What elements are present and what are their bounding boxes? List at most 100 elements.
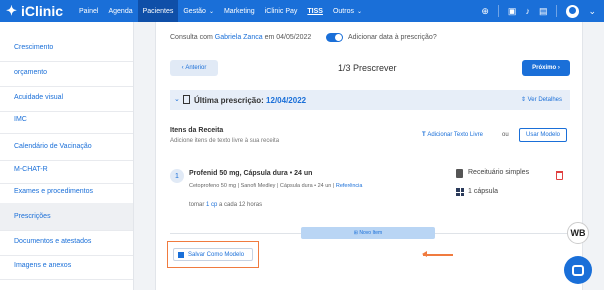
new-item-button[interactable]: ⊞ Novo Item	[301, 227, 435, 239]
sidebar-item-label: IMC	[14, 116, 27, 123]
wb-badge[interactable]: WB	[567, 222, 589, 244]
nav-label: TISS	[307, 7, 323, 15]
new-item-label: Novo Item	[359, 230, 383, 236]
chevron-down-icon: ⌄	[208, 8, 214, 15]
nav-item-marketing[interactable]: Marketing	[219, 0, 260, 22]
annotation-arrow	[422, 251, 453, 257]
nav-label: Painel	[79, 7, 99, 15]
nav-item-painel[interactable]: Painel	[74, 0, 103, 22]
medication-name: Profenid 50 mg, Cápsula dura • 24 un	[189, 170, 313, 177]
divider	[556, 5, 558, 17]
dose-prefix: tomar	[189, 202, 205, 208]
step-title: 1/3 Prescrever	[338, 63, 397, 73]
chevron-down-icon: ⌄	[356, 8, 362, 15]
last-prescription-text: Última prescrição:	[194, 96, 264, 105]
sidebar-item-label: Imagens e anexos	[14, 262, 72, 269]
last-prescription-date: 12/04/2022	[266, 96, 307, 105]
nav-label: Marketing	[223, 7, 255, 15]
add-free-text-label: Adicionar Texto Livre	[427, 132, 483, 138]
main-nav: Painel Agenda Pacientes Gestão ⌄ Marketin…	[74, 0, 367, 22]
nav-item-pacientes[interactable]: Pacientes	[137, 0, 179, 22]
see-details-link[interactable]: ⇕ Ver Detalhes	[521, 96, 562, 103]
sidebar: Crescimento orçamento Acuidade visual IM…	[0, 22, 134, 290]
nav-item-gestao[interactable]: Gestão ⌄	[178, 0, 219, 22]
top-icons: ⊕ ▣ ♪ ▤ ⌄	[481, 0, 596, 22]
chevron-right-icon: ›	[556, 65, 560, 71]
medication-detail-text: Cetoprofeno 50 mg | Sanofi Medley | Cáps…	[189, 183, 336, 189]
chat-support-button[interactable]	[564, 256, 592, 284]
consult-info: Consulta com Gabriela Zanca em 04/05/202…	[170, 34, 311, 41]
consult-on: em	[264, 34, 275, 41]
top-navbar: ✦ iClinic Painel Agenda Pacientes Gestão…	[0, 0, 604, 22]
sidebar-item-crescimento[interactable]: Crescimento	[0, 34, 133, 62]
dosage: tomar 1 cp a cada 12 horas	[189, 202, 262, 208]
use-model-button[interactable]: Usar Modelo	[519, 128, 567, 142]
nav-item-tiss[interactable]: TISS	[302, 0, 328, 22]
app-logo[interactable]: ✦ iClinic	[6, 3, 63, 19]
prescription-quantity: 1 cápsula	[468, 188, 498, 195]
dose-quantity: 1 cp	[206, 202, 218, 208]
divider	[497, 5, 499, 17]
nav-item-iclinic-pay[interactable]: iClinic Pay	[260, 0, 303, 22]
chevron-down-icon[interactable]: ⌄	[588, 6, 596, 16]
add-free-text-button[interactable]: T Adicionar Texto Livre	[422, 132, 483, 138]
sidebar-item-label: Exames e procedimentos	[14, 188, 93, 195]
app-name: iClinic	[21, 3, 64, 19]
nav-label: Gestão	[183, 7, 206, 15]
add-date-toggle[interactable]	[326, 33, 343, 42]
items-subtitle: Adicione itens de texto livre à sua rece…	[170, 138, 280, 144]
sidebar-item-label: Prescrições	[14, 213, 51, 220]
sidebar-item-label: Acuidade visual	[14, 94, 64, 101]
save-as-model-label: Salvar Como Modelo	[188, 251, 245, 258]
gift-icon[interactable]: ▣	[508, 6, 517, 16]
items-title: Itens da Receita	[170, 127, 224, 134]
nav-label: Outros	[332, 7, 354, 15]
item-number: 1	[170, 169, 184, 183]
hexagon-logo-icon: ✦	[6, 3, 17, 18]
see-details-label: Ver Detalhes	[527, 97, 562, 103]
bell-icon[interactable]: ♪	[525, 6, 530, 16]
nav-item-outros[interactable]: Outros ⌄	[328, 0, 367, 22]
sidebar-item-label: M-CHAT-R	[14, 166, 48, 173]
grid-quantity-icon	[456, 188, 464, 196]
add-date-toggle-label: Adicionar data à prescrição?	[348, 34, 437, 41]
plus-circle-icon[interactable]: ⊕	[481, 6, 489, 16]
medication-detail: Cetoprofeno 50 mg | Sanofi Medley | Cáps…	[189, 183, 362, 189]
sidebar-item-imagens[interactable]: Imagens e anexos	[0, 252, 133, 280]
sidebar-item-exames[interactable]: Exames e procedimentos	[0, 178, 133, 206]
reference-link[interactable]: Referência	[336, 183, 363, 189]
consult-date: 04/05/2022	[276, 34, 312, 41]
trash-icon[interactable]	[556, 171, 563, 180]
last-prescription-label: Última prescrição: 12/04/2022	[194, 96, 306, 105]
document-icon	[183, 95, 190, 104]
nav-item-agenda[interactable]: Agenda	[103, 0, 137, 22]
highlight-box: Salvar Como Modelo	[167, 241, 259, 268]
sidebar-item-label: orçamento	[14, 69, 48, 76]
chevron-down-icon: ⌄	[174, 96, 180, 103]
prescription-type-icon	[456, 169, 463, 178]
chevron-updown-icon: ⇕	[520, 97, 528, 103]
user-avatar-icon[interactable]	[566, 4, 580, 18]
previous-label: Anterior	[185, 65, 207, 71]
or-text: ou	[502, 132, 509, 138]
dose-suffix: a cada 12 horas	[219, 202, 263, 208]
chat-icon[interactable]: ▤	[539, 6, 548, 16]
sidebar-item-label: Documentos e atestados	[14, 238, 92, 245]
sidebar-item-prescricoes[interactable]: Prescrições	[0, 203, 133, 231]
prescription-type: Receituário simples	[468, 169, 530, 176]
save-icon	[178, 251, 184, 258]
sidebar-item-label: Calendário de Vacinação	[14, 143, 92, 150]
next-label: Próximo	[532, 65, 557, 71]
last-prescription-bar[interactable]: ⌄ Última prescrição: 12/04/2022 ⇕ Ver De…	[170, 90, 570, 110]
previous-button[interactable]: ‹ Anterior	[170, 60, 218, 76]
sidebar-item-orcamento[interactable]: orçamento	[0, 59, 133, 87]
nav-label: iClinic Pay	[264, 7, 298, 15]
nav-label: Agenda	[108, 7, 133, 15]
sidebar-item-label: Crescimento	[14, 44, 54, 51]
consult-prefix: Consulta com	[170, 34, 213, 41]
sidebar-item-imc[interactable]: IMC	[0, 106, 133, 134]
prescription-card: Consulta com Gabriela Zanca em 04/05/202…	[155, 22, 583, 290]
doctor-name: Gabriela Zanca	[214, 34, 263, 41]
save-as-model-button[interactable]: Salvar Como Modelo	[173, 248, 253, 261]
next-button[interactable]: Próximo ›	[522, 60, 570, 76]
